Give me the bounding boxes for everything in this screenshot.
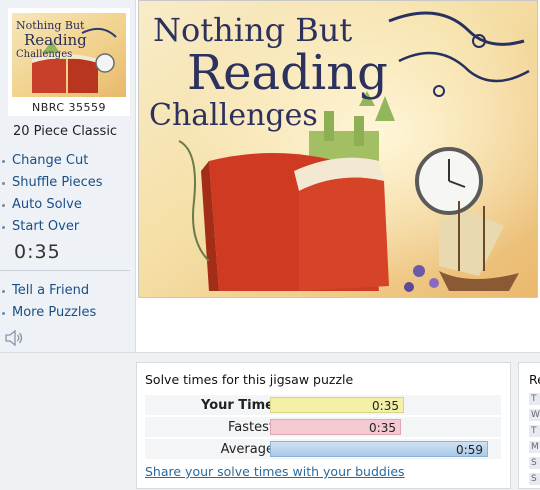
sidebar-divider [0,270,130,271]
puzzle-thumbnail-card[interactable]: Nothing But Reading Challenges NBRC 3555… [8,8,130,116]
puzzle-type-label: 20 Piece Classic [13,124,118,139]
puzzle-id: NBRC 35559 [31,101,107,114]
menu-item-auto-solve[interactable]: Auto Solve [0,194,103,216]
speaker-icon[interactable] [4,329,24,347]
auto-solve-link[interactable]: Auto Solve [12,197,82,212]
solve-times-title: Solve times for this jigsaw puzzle [145,372,354,387]
side-panel-item[interactable]: S [529,457,540,469]
start-over-link[interactable]: Start Over [12,219,79,234]
side-panel-title: Re [529,372,540,387]
side-panel-item[interactable]: W [529,409,540,421]
thumb-title-3: Challenges [16,49,72,60]
side-panel-item[interactable]: T [529,393,540,405]
solve-timer: 0:35 [14,241,61,263]
solve-time-row-average: Average 0:59 [145,439,501,459]
menu-item-more-puzzles[interactable]: More Puzzles [0,302,96,324]
fastest-bar: 0:35 [270,419,401,435]
more-puzzles-link[interactable]: More Puzzles [12,305,96,320]
side-panel-item[interactable]: T [529,425,540,437]
tell-a-friend-link[interactable]: Tell a Friend [12,283,89,298]
change-cut-link[interactable]: Change Cut [12,153,88,168]
menu-item-shuffle-pieces[interactable]: Shuffle Pieces [0,172,103,194]
fastest-value: 0:35 [369,421,396,435]
side-panel-item[interactable]: M [529,441,540,453]
side-panel: Re T W T M S S [518,362,540,489]
solve-time-row-your-time: Your Time 0:35 [145,395,501,415]
puzzle-title-line1: Nothing But [153,11,352,49]
solve-time-row-fastest: Fastest 0:35 [145,417,501,437]
solve-times-panel: Solve times for this jigsaw puzzle Your … [136,362,511,489]
side-panel-item[interactable]: S [529,473,540,485]
secondary-menu: Tell a Friend More Puzzles [0,280,96,324]
fastest-label: Fastest [228,420,274,435]
menu-item-change-cut[interactable]: Change Cut [0,150,103,172]
thumb-title-2: Reading [24,31,87,49]
puzzle-actions-menu: Change Cut Shuffle Pieces Auto Solve Sta… [0,150,103,238]
puzzle-image[interactable]: Nothing But Reading Challenges [138,0,538,298]
your-time-bar: 0:35 [270,397,404,413]
your-time-label: Your Time [200,398,274,413]
share-solve-times-link[interactable]: Share your solve times with your buddies [145,464,405,479]
shuffle-pieces-link[interactable]: Shuffle Pieces [12,175,103,190]
average-label: Average [220,442,274,457]
puzzle-title-line3: Challenges [149,98,318,133]
sidebar: Nothing But Reading Challenges NBRC 3555… [0,0,136,352]
puzzle-title-line2: Reading [187,45,388,101]
puzzle-thumbnail[interactable]: Nothing But Reading Challenges [12,13,126,97]
menu-item-tell-a-friend[interactable]: Tell a Friend [0,280,96,302]
average-bar: 0:59 [270,441,488,457]
menu-item-start-over[interactable]: Start Over [0,216,103,238]
your-time-value: 0:35 [372,399,399,413]
average-value: 0:59 [456,443,483,457]
